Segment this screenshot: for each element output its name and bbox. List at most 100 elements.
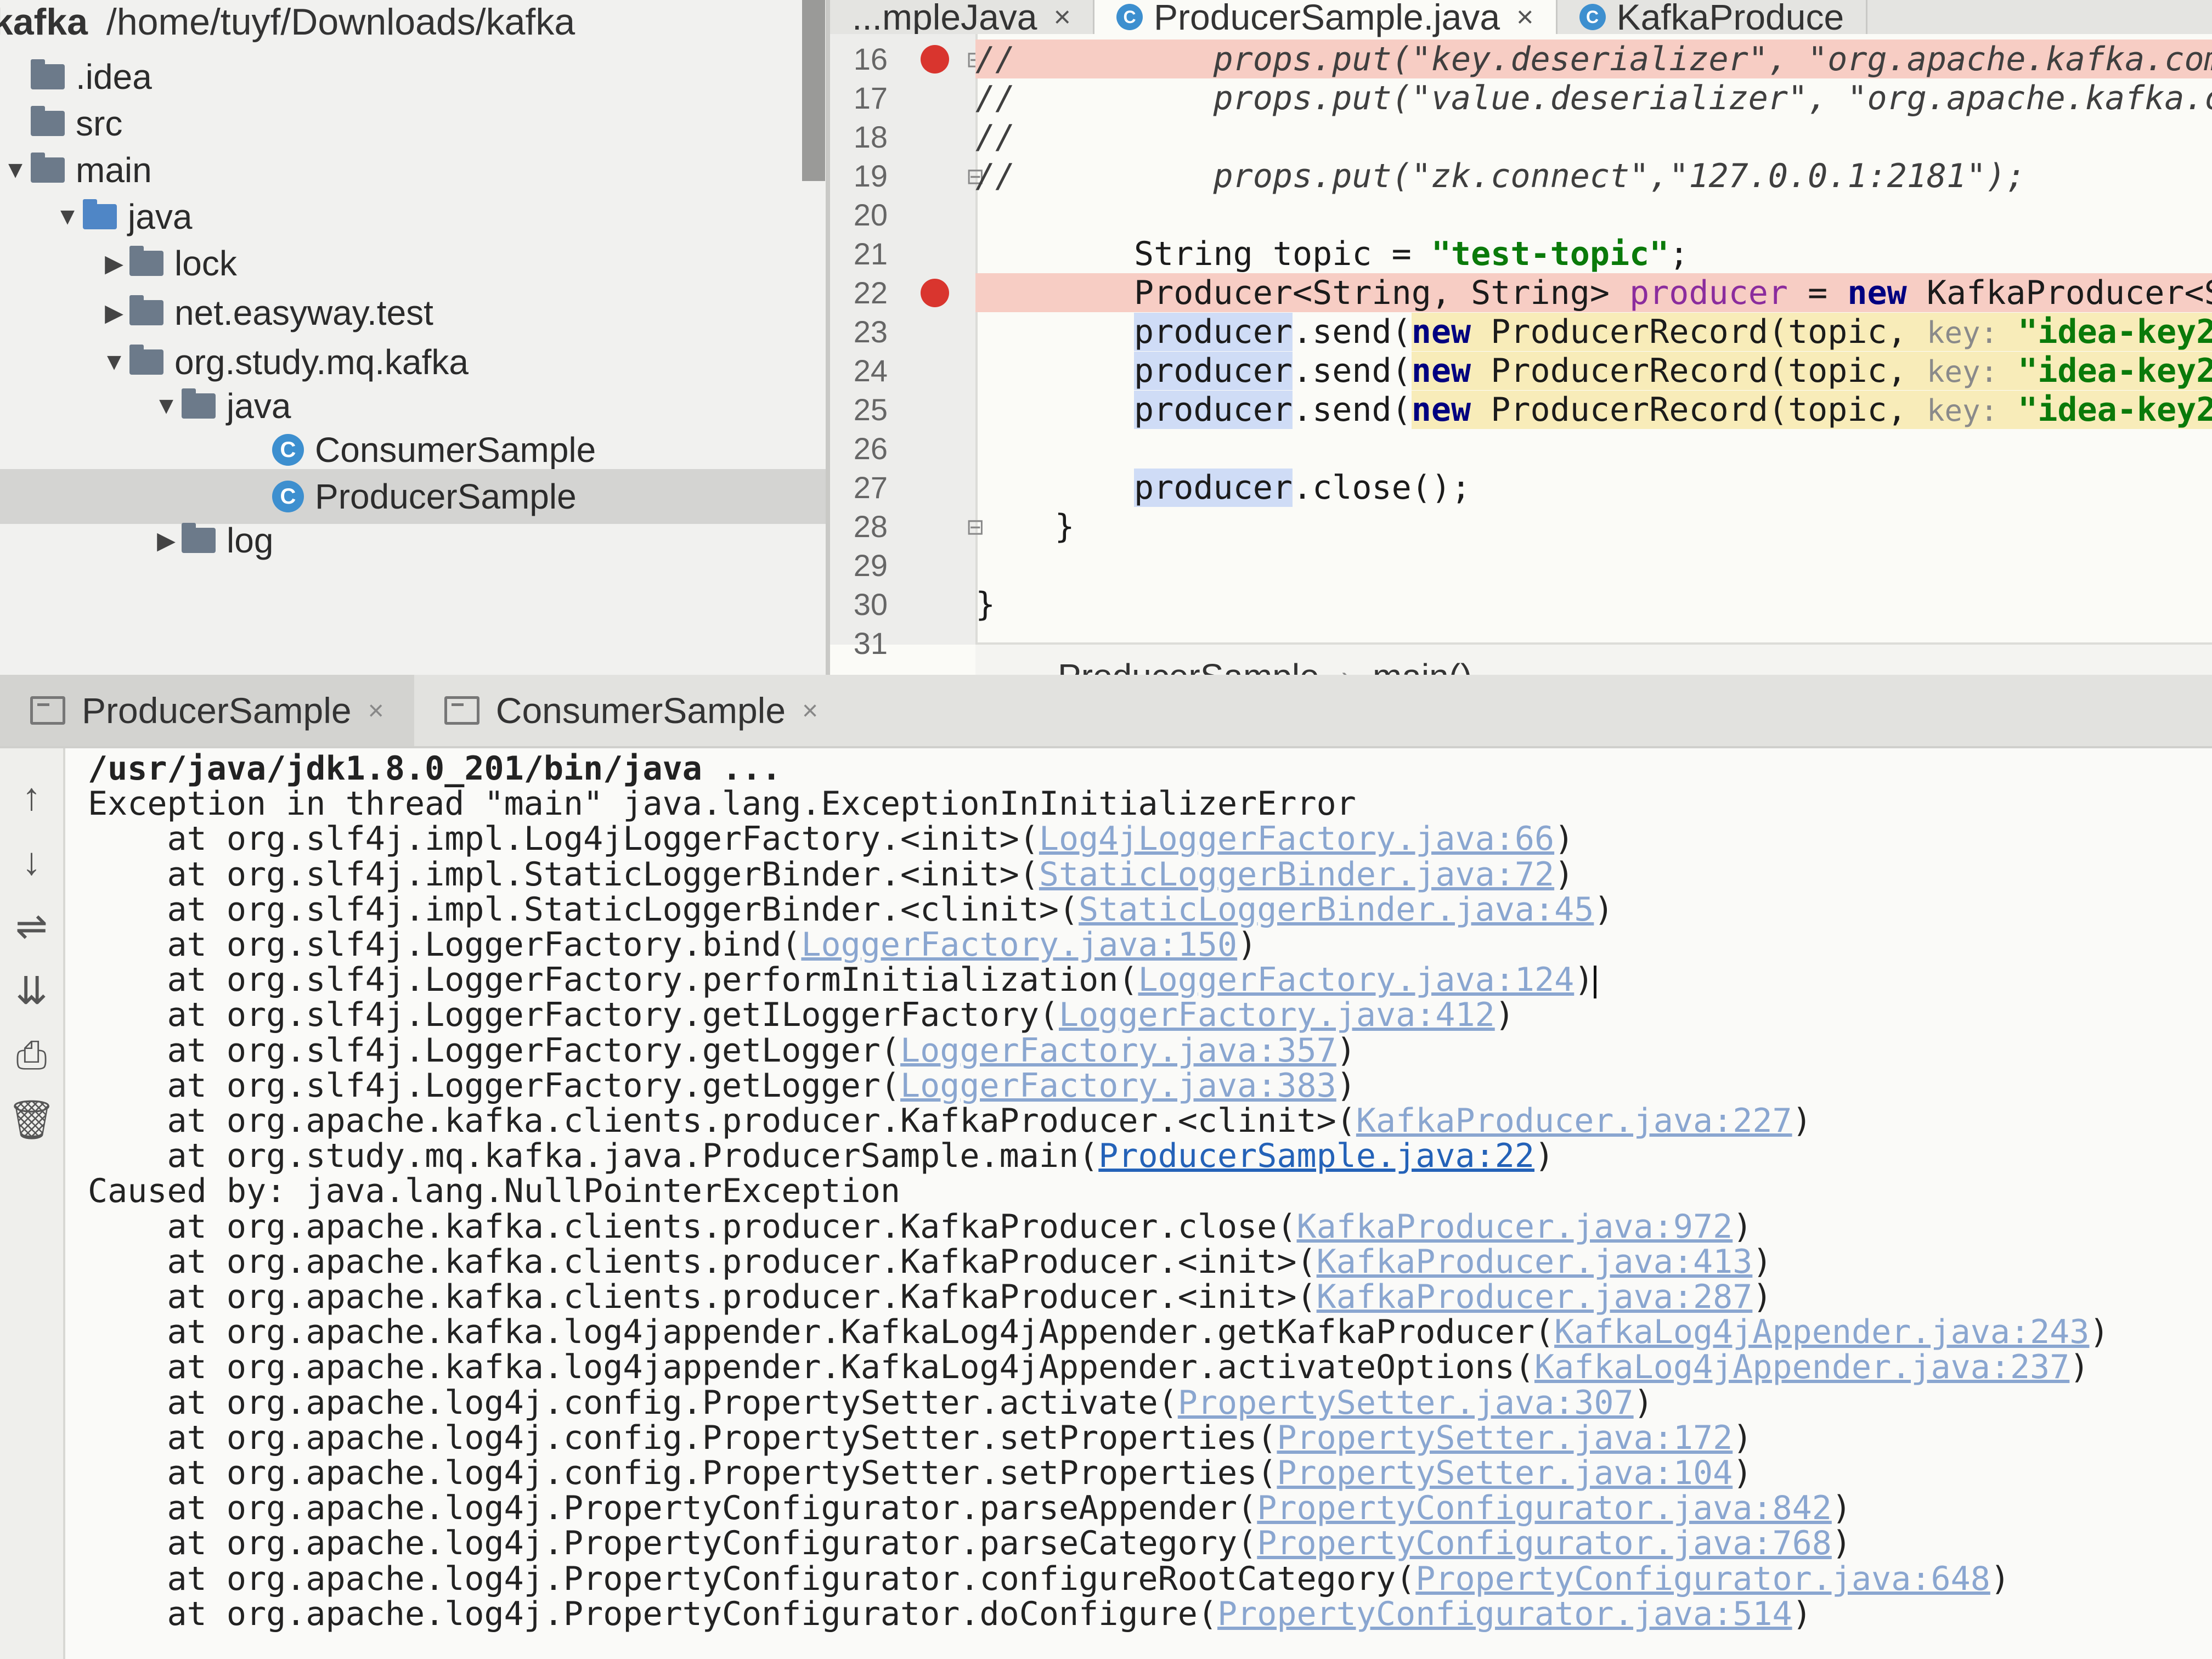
stacktrace-link[interactable]: PropertyConfigurator.java:648 <box>1415 1560 1990 1598</box>
project-scrollbar[interactable] <box>802 0 825 181</box>
code-variable: producer <box>1133 351 1293 390</box>
code-line[interactable] <box>975 546 2212 585</box>
gutter-line[interactable]: 24 <box>830 351 975 390</box>
code-line[interactable]: producer .close(); <box>975 468 2212 507</box>
stacktrace-link[interactable]: LoggerFactory.java:383 <box>900 1066 1336 1105</box>
gutter-line[interactable]: 31 <box>830 624 975 663</box>
console-line: at org.apache.log4j.config.PropertySette… <box>88 1384 1653 1422</box>
stacktrace-link[interactable]: KafkaProducer.java:227 <box>1356 1102 1792 1140</box>
stacktrace-link[interactable]: LoggerFactory.java:357 <box>900 1031 1336 1070</box>
gutter-line[interactable]: 21 <box>830 234 975 273</box>
gutter-line[interactable]: 19 ⊟ <box>830 156 985 195</box>
gutter-line[interactable]: 17 <box>830 78 975 117</box>
tree-item[interactable]: ▶ log <box>0 513 826 568</box>
stacktrace-link[interactable]: KafkaProducer.java:972 <box>1297 1207 1733 1246</box>
tree-item-label: main <box>76 150 152 190</box>
caret-right-icon[interactable]: ▶ <box>99 299 129 327</box>
close-icon[interactable]: × <box>1516 0 1534 34</box>
project-header: kafka /home/tuyf/Downloads/kafka <box>0 0 823 44</box>
code-line[interactable]: producer .send(new ProducerRecord(topic, … <box>975 351 2212 390</box>
caret-right-icon[interactable]: ▶ <box>151 527 182 555</box>
code-line[interactable]: // props.put("key.deserializer", "org.ap… <box>975 40 2212 78</box>
caret-right-icon[interactable]: ▶ <box>99 250 129 278</box>
stacktrace-link[interactable]: PropertySetter.java:307 <box>1178 1384 1634 1422</box>
stacktrace-link[interactable]: KafkaProducer.java:413 <box>1317 1243 1753 1281</box>
stacktrace-link[interactable]: KafkaLog4jAppender.java:243 <box>1554 1313 2089 1351</box>
stacktrace-link[interactable]: StaticLoggerBinder.java:72 <box>1039 855 1554 894</box>
gutter-line[interactable]: 28 ⊟ <box>830 507 985 546</box>
code-line[interactable]: String topic = "test-topic"; <box>975 234 2212 273</box>
breakpoint-icon[interactable] <box>921 45 949 74</box>
console-text: at org.apache.kafka.clients.producer.Kaf… <box>88 1242 1317 1281</box>
caret-down-icon[interactable]: ▼ <box>151 392 182 420</box>
run-tab[interactable]: ProducerSample × <box>0 675 414 746</box>
code-line[interactable] <box>975 429 2212 468</box>
console-text: at org.apache.log4j.PropertyConfigurator… <box>88 1489 1257 1528</box>
stacktrace-link[interactable]: PropertySetter.java:104 <box>1277 1454 1733 1492</box>
gutter-line[interactable]: 27 <box>830 468 975 507</box>
console-text: ) <box>1831 1489 1852 1528</box>
gutter-line[interactable]: 16⊟ <box>830 40 985 78</box>
arrow-up-icon[interactable]: ↑ <box>8 773 55 820</box>
close-icon[interactable]: × <box>1053 0 1071 34</box>
close-icon[interactable]: × <box>802 695 818 726</box>
scroll-to-end-icon[interactable]: ⇊ <box>8 967 55 1014</box>
code-line[interactable]: producer .send(new ProducerRecord(topic, … <box>975 390 2212 429</box>
editor-tab[interactable]: ...mpleJava × <box>830 0 1095 37</box>
gutter-line[interactable]: 22 <box>830 273 975 312</box>
code-line[interactable]: // <box>975 117 2212 156</box>
code-line[interactable]: } <box>975 507 2212 546</box>
code-line[interactable] <box>975 195 2212 234</box>
caret-down-icon[interactable]: ▼ <box>0 156 31 184</box>
gutter-line[interactable]: 29 <box>830 546 975 585</box>
code-line[interactable]: } <box>975 585 2212 624</box>
code-keyword: new <box>1411 390 1471 429</box>
gutter-line[interactable]: 26 <box>830 429 975 468</box>
gutter-line[interactable]: 30 <box>830 585 975 624</box>
stacktrace-link[interactable]: LoggerFactory.java:412 <box>1059 996 1495 1034</box>
code-line[interactable]: Producer<String, String> producer = new … <box>975 273 2212 312</box>
arrow-down-icon[interactable]: ↓ <box>8 838 55 884</box>
soft-wrap-icon[interactable]: ⇌ <box>8 902 55 949</box>
editor-tab[interactable]: C ProducerSample.java × <box>1094 0 1558 37</box>
caret-down-icon[interactable]: ▼ <box>52 203 83 230</box>
print-icon[interactable]: ⎙ <box>8 1032 55 1079</box>
gutter-line[interactable]: 18 <box>830 117 975 156</box>
code-line[interactable]: // props.put("zk.connect","127.0.0.1:218… <box>975 156 2212 195</box>
tree-item[interactable]: ▶ net.easyway.test <box>0 285 826 340</box>
stacktrace-link[interactable]: PropertyConfigurator.java:514 <box>1217 1595 1792 1633</box>
gutter-line[interactable]: 25 <box>830 390 975 429</box>
trash-icon[interactable]: 🗑 <box>7 1097 56 1143</box>
run-tab[interactable]: ConsumerSample × <box>414 675 848 746</box>
editor-gutter[interactable]: 16⊟17 1819⊟20 21 22 23 24 25 26 2728⊟29 30 31 <box>830 34 985 661</box>
editor-tab[interactable]: C KafkaProduce <box>1558 0 1868 37</box>
console-line: at org.apache.log4j.PropertyConfigurator… <box>88 1561 2010 1596</box>
code-highlight: new ProducerRecord(topic, key: "idea-key… <box>1411 351 2212 390</box>
caret-down-icon[interactable]: ▼ <box>99 348 129 376</box>
project-root-name[interactable]: kafka <box>0 1 88 43</box>
close-icon[interactable]: × <box>368 695 384 726</box>
tree-item-content: ▶ net.easyway.test <box>99 292 433 333</box>
tree-item[interactable]: ▶ lock <box>0 236 826 291</box>
stacktrace-link[interactable]: LoggerFactory.java:150 <box>801 926 1237 964</box>
gutter-line[interactable]: 23 <box>830 312 975 351</box>
breakpoint-icon[interactable] <box>921 279 949 307</box>
stacktrace-link[interactable]: ProducerSample.java:22 <box>1098 1137 1534 1175</box>
class-icon: C <box>272 481 304 512</box>
stacktrace-link[interactable]: PropertyConfigurator.java:842 <box>1257 1489 1832 1527</box>
code-line[interactable]: // props.put("value.deserializer", "org.… <box>975 78 2212 117</box>
stacktrace-link[interactable]: PropertyConfigurator.java:768 <box>1257 1524 1832 1562</box>
console-output[interactable]: /usr/java/jdk1.8.0_201/bin/java ... Excep… <box>88 748 2212 1659</box>
stacktrace-link[interactable]: KafkaLog4jAppender.java:237 <box>1534 1348 2069 1386</box>
console-text: ) <box>1336 1066 1356 1105</box>
console-line: at org.slf4j.LoggerFactory.performInitia… <box>88 961 1597 999</box>
gutter-line[interactable]: 20 <box>830 195 975 234</box>
stacktrace-link[interactable]: Log4jLoggerFactory.java:66 <box>1039 820 1554 858</box>
stacktrace-link[interactable]: StaticLoggerBinder.java:45 <box>1079 890 1594 929</box>
code-line[interactable]: producer .send(new ProducerRecord(topic, … <box>975 312 2212 351</box>
stacktrace-link[interactable]: KafkaProducer.java:287 <box>1317 1278 1753 1316</box>
stacktrace-link[interactable]: PropertySetter.java:172 <box>1277 1419 1733 1457</box>
stacktrace-link[interactable]: LoggerFactory.java:124 <box>1138 961 1575 999</box>
